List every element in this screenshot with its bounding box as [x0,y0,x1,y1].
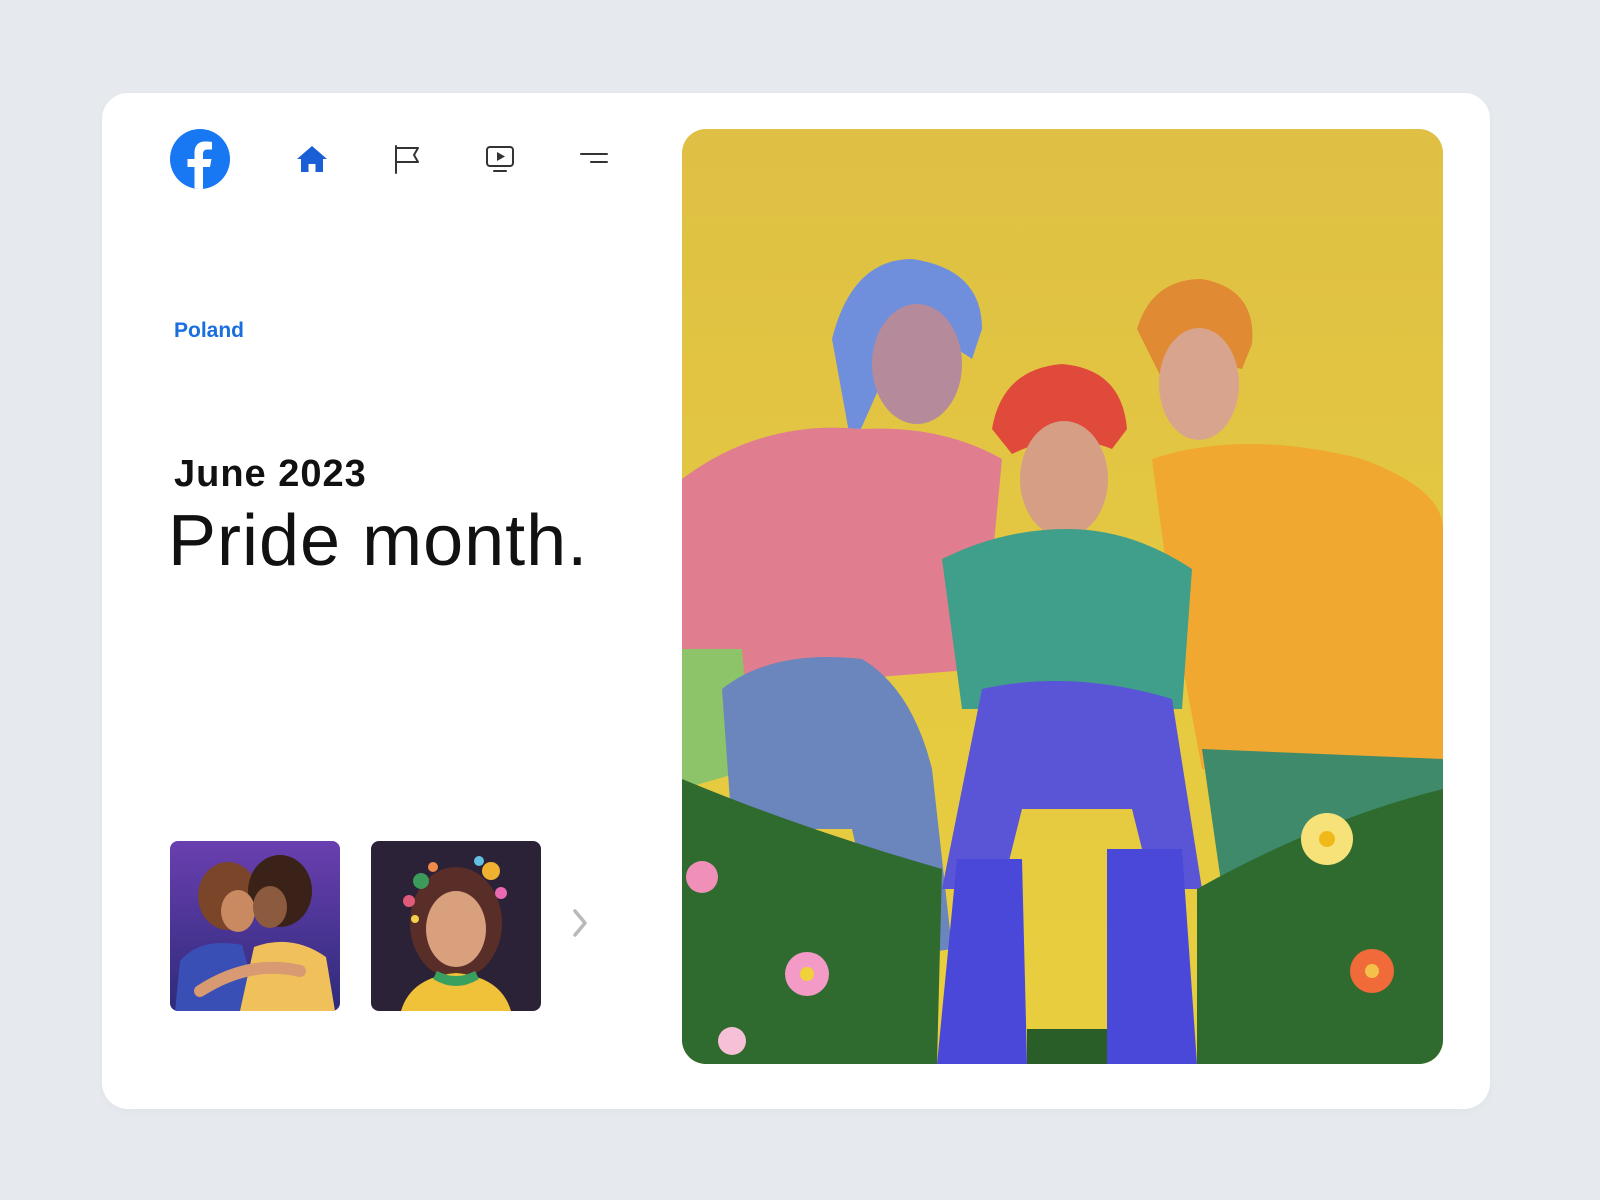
home-icon [297,146,327,172]
gallery-next-button[interactable] [560,903,600,943]
top-nav [170,129,630,189]
flower-5 [718,1027,746,1055]
flower-1 [785,952,829,996]
page-title: Pride month. [168,501,589,581]
main-card: Poland June 2023 Pride month. [102,93,1490,1109]
flower-4 [686,861,718,893]
video-icon [486,146,514,172]
nav-menu-button[interactable] [574,139,614,179]
girl-with-flowers-image [371,841,541,1011]
flower-3 [1350,949,1394,993]
chevron-right-icon [573,909,587,937]
flower-2 [1301,813,1353,865]
featured-image [682,129,1443,1064]
gallery-thumbnail-1[interactable] [170,841,340,1011]
nav-home-button[interactable] [292,139,332,179]
date-subtitle: June 2023 [174,453,367,495]
nav-pages-button[interactable] [387,139,427,179]
location-label: Poland [174,319,245,342]
three-friends-on-grass-image [682,129,1443,1064]
facebook-icon [187,141,212,189]
gallery-thumbnail-2[interactable] [371,841,541,1011]
two-women-embracing-image [170,841,340,1011]
menu-icon [580,153,608,163]
nav-watch-button[interactable] [480,139,520,179]
facebook-logo[interactable] [170,129,230,189]
flag-icon [395,145,419,174]
